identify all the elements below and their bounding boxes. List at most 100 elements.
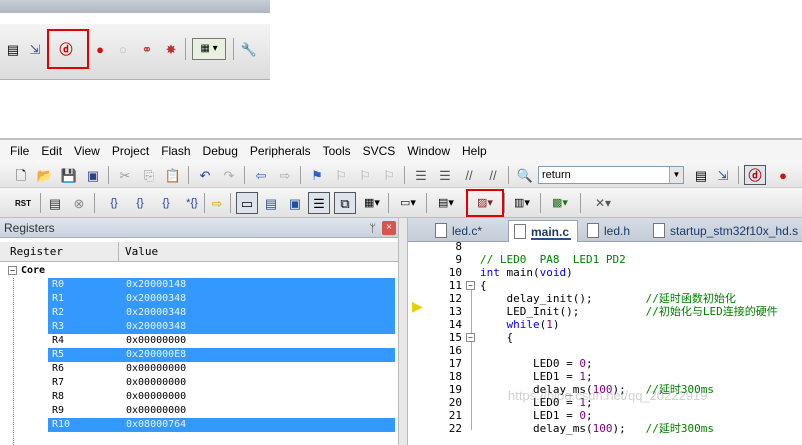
next-bookmark-icon[interactable]: ⚐ — [356, 166, 374, 184]
disable-all-breakpoints-icon[interactable]: ⚭ — [138, 40, 156, 58]
register-value[interactable]: 0x00000000 — [126, 390, 186, 404]
register-row[interactable]: R9 0x00000000 — [48, 404, 395, 418]
call-stack-window-icon[interactable]: ⧉ — [334, 192, 356, 214]
symbols-window-icon[interactable]: ▣ — [286, 194, 304, 212]
menu-edit[interactable]: Edit — [35, 144, 68, 158]
register-row[interactable]: R3 0x20000348 — [48, 320, 395, 334]
register-value[interactable]: 0x20000348 — [126, 292, 186, 306]
load-icon[interactable]: ⇲ — [714, 166, 732, 184]
register-row[interactable]: R6 0x00000000 — [48, 362, 395, 376]
tab-main-c[interactable]: main.c — [508, 220, 578, 242]
collapse-icon[interactable]: − — [8, 266, 17, 275]
stop-icon[interactable]: ⊗ — [70, 194, 88, 212]
document-icon[interactable]: ▤ — [692, 166, 710, 184]
register-row[interactable]: R8 0x00000000 — [48, 390, 395, 404]
disable-breakpoint-icon[interactable]: ○ — [114, 40, 132, 58]
register-value[interactable]: 0x00000000 — [126, 362, 186, 376]
uncomment-icon[interactable]: // — [484, 166, 502, 184]
reset-button[interactable]: RST — [12, 193, 34, 215]
run-icon[interactable]: ▤ — [46, 194, 64, 212]
register-row[interactable]: R4 0x00000000 — [48, 334, 395, 348]
registers-window-icon[interactable]: ☰ — [308, 192, 330, 214]
breakpoint-icon[interactable]: ● — [774, 166, 792, 184]
paste-icon[interactable]: 📋 — [164, 166, 182, 184]
run-to-cursor-icon[interactable]: *{} — [180, 194, 204, 212]
wrench-icon[interactable]: 🔧 — [240, 40, 258, 58]
menu-help[interactable]: Help — [456, 144, 493, 158]
panel-splitter[interactable] — [398, 218, 408, 445]
memory-windows-dropdown[interactable]: ▭▾ — [394, 194, 422, 212]
register-value[interactable]: 0x00000000 — [126, 334, 186, 348]
register-value[interactable]: 0x00000000 — [126, 404, 186, 418]
copy-icon[interactable]: ⎘ — [140, 166, 158, 184]
start-debug-icon[interactable]: ⓓ — [744, 165, 766, 185]
register-row[interactable]: R7 0x00000000 — [48, 376, 395, 390]
code-area[interactable]: // LED0 PA8 LED1 PD2 int main(void){ dela… — [480, 242, 802, 445]
menu-window[interactable]: Window — [401, 144, 456, 158]
register-row[interactable]: R10 0x08000764 — [48, 418, 395, 432]
disassembly-window-icon[interactable]: ▤ — [262, 194, 280, 212]
find-in-files-icon[interactable]: 🔍 — [516, 166, 534, 184]
register-value[interactable]: 0x20000148 — [126, 278, 186, 292]
step-out-icon[interactable]: {} — [154, 194, 178, 212]
register-row[interactable]: R2 0x20000348 — [48, 306, 395, 320]
fold-toggle-icon[interactable]: − — [466, 281, 475, 290]
register-value[interactable]: 0x20000348 — [126, 320, 186, 334]
system-viewer-dropdown[interactable]: ▩▾ — [546, 194, 574, 212]
menu-file[interactable]: File — [4, 144, 35, 158]
cut-icon[interactable]: ✂ — [116, 166, 134, 184]
nav-back-icon[interactable]: ⇦ — [252, 166, 270, 184]
new-file-icon[interactable]: 🗋 — [12, 166, 30, 184]
undo-icon[interactable]: ↶ — [196, 166, 214, 184]
unindent-icon[interactable]: ☰ — [436, 166, 454, 184]
register-row[interactable]: R0 0x20000148 — [48, 278, 395, 292]
watch-windows-dropdown[interactable]: ▦▾ — [358, 194, 386, 212]
document-icon[interactable]: ▤ — [4, 40, 22, 58]
nav-forward-icon[interactable]: ⇨ — [276, 166, 294, 184]
load-icon[interactable]: ⇲ — [26, 40, 44, 58]
bookmark-icon[interactable]: ⚑ — [308, 166, 326, 184]
menu-svcs[interactable]: SVCS — [357, 144, 402, 158]
serial-windows-dropdown[interactable]: ▤▾ — [432, 194, 460, 212]
pin-icon[interactable]: ᛘ — [369, 219, 376, 239]
step-over-icon[interactable]: {} — [128, 194, 152, 212]
register-row[interactable]: R5 0x200000E8 — [48, 348, 395, 362]
indent-icon[interactable]: ☰ — [412, 166, 430, 184]
prev-bookmark-icon[interactable]: ⚐ — [332, 166, 350, 184]
toolbox-dropdown[interactable]: ✕▾ — [588, 194, 618, 212]
clear-bookmarks-icon[interactable]: ⚐ — [380, 166, 398, 184]
register-value[interactable]: 0x00000000 — [126, 376, 186, 390]
find-combo[interactable]: return ▼ — [538, 166, 684, 184]
menu-flash[interactable]: Flash — [155, 144, 196, 158]
fold-toggle-icon[interactable]: − — [466, 333, 475, 342]
window-layout-dropdown[interactable]: ▦ ▾ — [192, 38, 226, 60]
menu-view[interactable]: View — [68, 144, 106, 158]
step-into-icon[interactable]: {} — [102, 194, 126, 212]
tab-startup[interactable]: startup_stm32f10x_hd.s — [648, 220, 802, 242]
register-value[interactable]: 0x20000348 — [126, 306, 186, 320]
tab-led-h[interactable]: led.h — [582, 220, 644, 242]
breakpoint-icon[interactable]: ● — [91, 40, 109, 58]
chevron-down-icon[interactable]: ▼ — [669, 167, 683, 183]
register-value[interactable]: 0x200000E8 — [126, 348, 186, 362]
open-folder-icon[interactable]: 📂 — [36, 166, 54, 184]
register-value[interactable]: 0x08000764 — [126, 418, 186, 432]
tree-group-core[interactable]: − Core — [8, 264, 45, 278]
register-row[interactable]: R1 0x20000348 — [48, 292, 395, 306]
menu-debug[interactable]: Debug — [197, 144, 244, 158]
column-register[interactable]: Register — [10, 245, 63, 258]
show-next-statement-icon[interactable]: ⇨ — [208, 194, 226, 212]
command-window-icon[interactable]: ▭ — [236, 192, 258, 214]
save-icon[interactable]: 💾 — [60, 166, 78, 184]
menu-project[interactable]: Project — [106, 144, 155, 158]
tab-led-c[interactable]: led.c* — [430, 220, 508, 242]
save-all-icon[interactable]: ▣ — [84, 166, 102, 184]
comment-icon[interactable]: // — [460, 166, 478, 184]
kill-breakpoints-icon[interactable]: ✸ — [162, 40, 180, 58]
menu-tools[interactable]: Tools — [317, 144, 357, 158]
menu-peripherals[interactable]: Peripherals — [244, 144, 317, 158]
column-value[interactable]: Value — [118, 242, 158, 262]
trace-windows-dropdown[interactable]: ▥▾ — [508, 194, 536, 212]
redo-icon[interactable]: ↷ — [220, 166, 238, 184]
close-icon[interactable]: × — [382, 221, 396, 235]
